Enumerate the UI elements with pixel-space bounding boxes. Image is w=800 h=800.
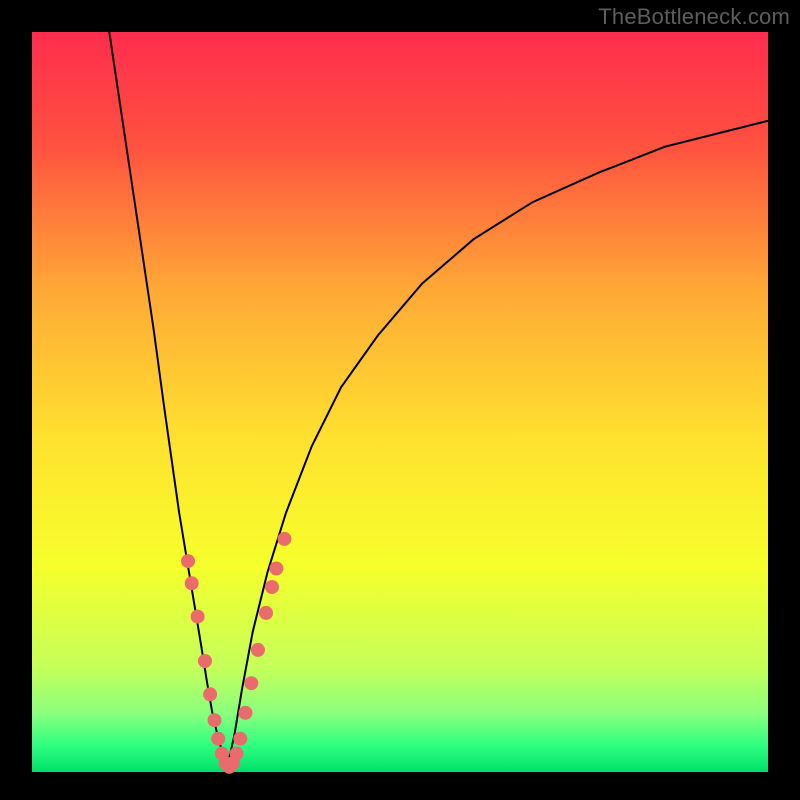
scatter-dot [259,606,273,620]
watermark-text: TheBottleneck.com [598,4,790,30]
scatter-dot [198,654,212,668]
scatter-dot [211,732,225,746]
gradient-background [32,32,768,772]
scatter-dot [230,747,244,761]
scatter-dot [251,643,265,657]
scatter-dot [191,610,205,624]
scatter-dot [233,732,247,746]
scatter-dot [181,554,195,568]
scatter-dot [203,687,217,701]
scatter-dot [244,676,258,690]
scatter-dot [238,706,252,720]
scatter-dot [208,713,222,727]
scatter-dot [185,576,199,590]
bottleneck-chart [0,0,800,800]
scatter-dot [265,580,279,594]
chart-frame: TheBottleneck.com [0,0,800,800]
scatter-dot [277,532,291,546]
scatter-dot [269,562,283,576]
